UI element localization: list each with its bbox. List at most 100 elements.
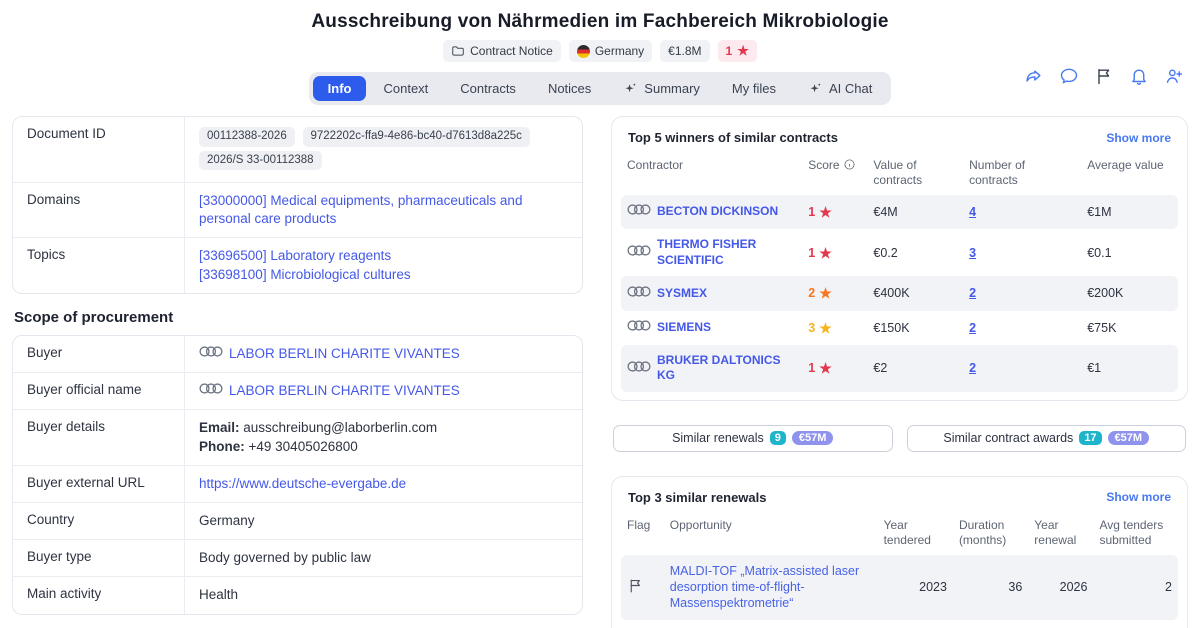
phone-label: Phone: (199, 438, 245, 454)
tab-notices[interactable]: Notices (533, 76, 606, 101)
contract-type-label: Contract Notice (470, 44, 553, 58)
number-of-contracts-link[interactable]: 2 (969, 361, 976, 375)
comment-icon[interactable] (1059, 66, 1079, 91)
table-row: Buyer details Email: ausschreibung@labor… (13, 409, 582, 465)
organization-icon (627, 203, 651, 221)
organization-icon (627, 285, 651, 303)
tab-row: Info Context Contracts Notices Summary M… (0, 72, 1200, 105)
renewals-show-more[interactable]: Show more (1106, 490, 1171, 504)
contractor-link[interactable]: BRUKER DALTONICS KG (657, 353, 796, 384)
flag-icon[interactable] (627, 579, 644, 597)
scope-table: Buyer LABOR BERLIN CHARITE VIVANTES Buye… (12, 334, 583, 615)
info-icon[interactable] (843, 158, 856, 172)
document-id-chips: 00112388-2026 9722202c-ffa9-4e86-bc40-d7… (185, 117, 582, 182)
country-value: Germany (199, 513, 255, 528)
value-of-contracts: €150K (873, 320, 910, 335)
row-label: Buyer details (13, 410, 185, 465)
col-duration: Duration (months) (958, 517, 1007, 547)
winners-card: Top 5 winners of similar contracts Show … (611, 116, 1188, 401)
domain-link[interactable]: [33000000] Medical equipments, pharmaceu… (199, 193, 522, 226)
country-badge: Germany (568, 40, 653, 62)
avg-tenders-submitted (1093, 620, 1178, 628)
tab-contracts[interactable]: Contracts (445, 76, 531, 101)
organization-icon (627, 360, 651, 378)
sparkle-icon (810, 83, 821, 93)
winners-show-more[interactable]: Show more (1106, 131, 1171, 145)
main-content: Document ID 00112388-2026 9722202c-ffa9-… (0, 116, 1200, 628)
row-label: Buyer official name (13, 373, 185, 410)
favorites-badge[interactable]: 1 ★ (717, 40, 757, 62)
row-label: Document ID (13, 117, 185, 183)
row-label: Main activity (13, 577, 185, 614)
renewals-table: Flag Opportunity Year tendered Duration … (621, 511, 1178, 628)
contractor-link[interactable]: THERMO FISHER SCIENTIFIC (657, 237, 796, 268)
renewal-row: Urindiagnostik im Fachbereich Laboratori… (621, 620, 1178, 628)
buyer-external-url-link[interactable]: https://www.deutsche-evergabe.de (199, 476, 406, 491)
flag-icon[interactable] (1094, 66, 1114, 91)
renewals-count-badge: 9 (769, 431, 786, 446)
main-activity-value: Health (199, 587, 239, 603)
table-row: Main activity Health (13, 576, 582, 614)
number-of-contracts-link[interactable]: 3 (969, 246, 976, 260)
table-row: Country Germany (13, 502, 582, 540)
number-of-contracts-link[interactable]: 4 (969, 205, 976, 219)
tab-info[interactable]: Info (312, 76, 367, 101)
topic-link[interactable]: [33698100] Microbiological cultures (199, 267, 411, 282)
buyer-type-value: Body governed by public law (199, 550, 371, 566)
average-value: €75K (1087, 320, 1117, 335)
organization-icon (199, 382, 223, 400)
table-row: Buyer LABOR BERLIN CHARITE VIVANTES (13, 335, 582, 373)
bell-icon[interactable] (1129, 66, 1149, 91)
tab-context[interactable]: Context (368, 76, 443, 101)
topic-link[interactable]: [33696500] Laboratory reagents (199, 248, 391, 263)
contractor-link[interactable]: SIEMENS (657, 320, 711, 336)
opportunity-link[interactable]: MALDI-TOF „Matrix-assisted laser desorpt… (670, 564, 859, 611)
year-renewal: 2027 (1028, 620, 1093, 628)
document-id-chip: 00112388-2026 (199, 127, 295, 147)
star-icon: ★ (819, 360, 832, 377)
col-average: Average value (1087, 158, 1164, 172)
organization-icon (627, 319, 651, 337)
winner-row: THERMO FISHER SCIENTIFIC 1 ★ €0.2 3 €0.1 (621, 229, 1178, 276)
renewals-value-badge: €57M (791, 431, 834, 446)
awards-value-badge: €57M (1107, 431, 1150, 446)
organization-icon (199, 345, 223, 363)
share-icon[interactable] (1024, 66, 1044, 91)
star-icon: ★ (737, 43, 749, 58)
contractor-link[interactable]: SYSMEX (657, 286, 707, 302)
average-value: €1M (1081, 195, 1178, 230)
table-row: Document ID 00112388-2026 9722202c-ffa9-… (13, 117, 582, 183)
similar-renewals-button[interactable]: Similar renewals 9 €57M (613, 424, 893, 452)
star-icon: ★ (819, 244, 832, 261)
buyer-link[interactable]: LABOR BERLIN CHARITE VIVANTES (229, 345, 460, 363)
user-add-icon[interactable] (1164, 66, 1184, 91)
col-year-renewal: Year renewal (1034, 517, 1077, 547)
number-of-contracts-link[interactable]: 2 (969, 321, 976, 335)
col-flag: Flag (627, 517, 651, 532)
tab-ai-chat[interactable]: AI Chat (793, 76, 887, 101)
number-of-contracts-link[interactable]: 2 (969, 286, 976, 300)
awards-count-badge: 17 (1079, 431, 1102, 446)
value-badge: €1.8M (660, 40, 710, 62)
table-row: Domains [33000000] Medical equipments, p… (13, 182, 582, 238)
tab-summary[interactable]: Summary (608, 76, 715, 101)
right-column: Top 5 winners of similar contracts Show … (611, 116, 1188, 628)
buyer-official-name-link[interactable]: LABOR BERLIN CHARITE VIVANTES (229, 382, 460, 400)
contractor-link[interactable]: BECTON DICKINSON (657, 204, 778, 220)
average-value: €1 (1081, 344, 1178, 392)
tab-my-files[interactable]: My files (717, 76, 791, 101)
row-label: Buyer external URL (13, 465, 185, 502)
table-row: Buyer external URL https://www.deutsche-… (13, 464, 582, 502)
similar-contract-awards-button[interactable]: Similar contract awards 17 €57M (906, 424, 1186, 452)
value-of-contracts: €400K (867, 276, 964, 311)
phone-value: +49 30405026800 (248, 438, 358, 454)
similar-buttons-row: Similar renewals 9 €57M Similar contract… (613, 424, 1186, 452)
star-icon: ★ (819, 204, 832, 220)
left-column: Document ID 00112388-2026 9722202c-ffa9-… (12, 116, 583, 628)
row-label: Country (13, 503, 185, 540)
year-renewal: 2026 (1028, 554, 1094, 620)
duration-months: 36 (952, 554, 1029, 620)
buyer-details: Email: ausschreibung@laborberlin.com Pho… (185, 410, 582, 464)
renewals-card: Top 3 similar renewals Show more Flag Op… (611, 475, 1188, 628)
col-year-tendered: Year tendered (883, 517, 931, 547)
